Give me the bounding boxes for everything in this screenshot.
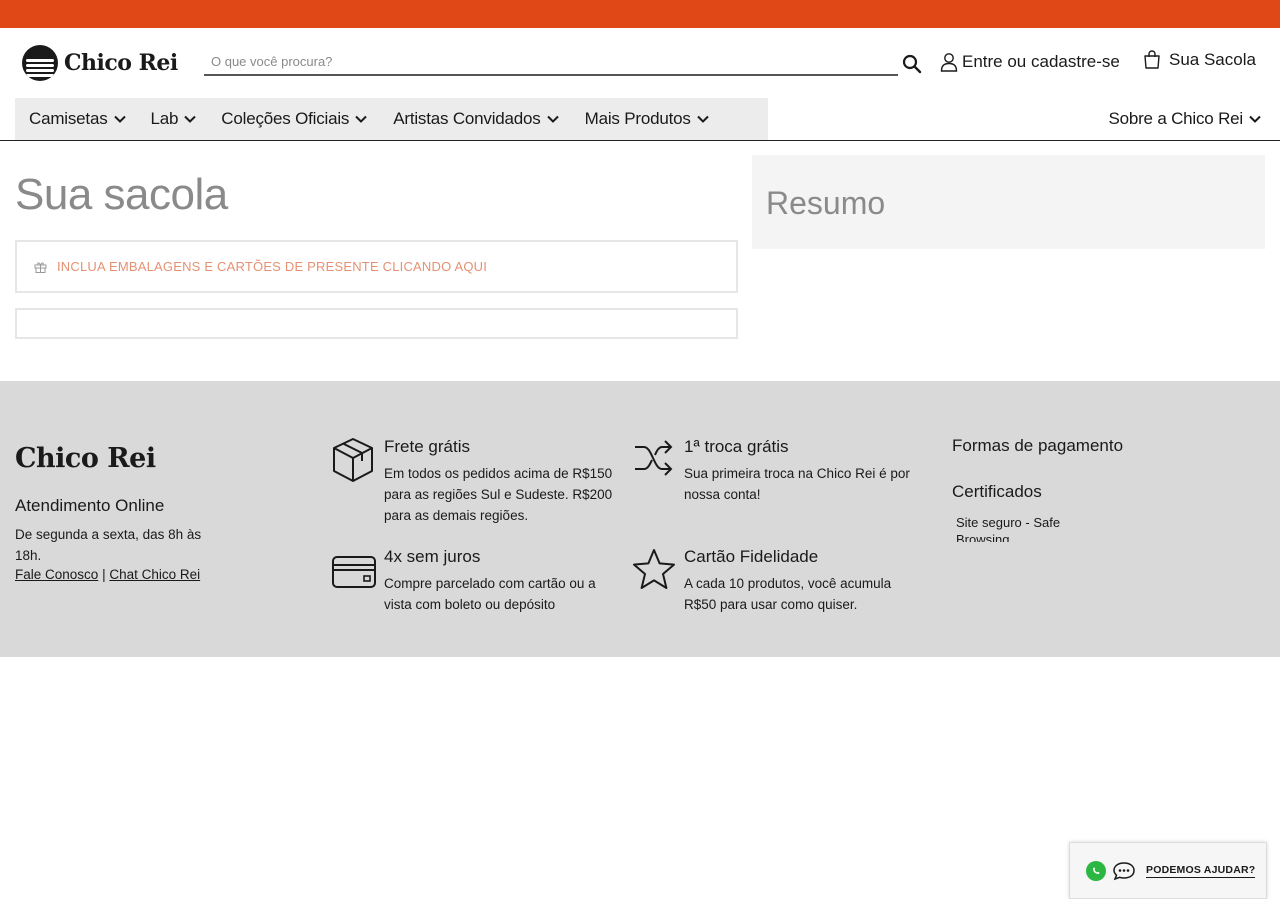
promo-top-bar: [0, 0, 1280, 28]
feature-text: A cada 10 produtos, você acumula R$50 pa…: [684, 576, 892, 612]
chevron-down-icon: [546, 115, 559, 123]
feature-title: Cartão Fidelidade: [684, 547, 819, 566]
star-icon: [633, 549, 675, 589]
user-icon: [940, 53, 958, 72]
shopping-bag-icon: [1144, 50, 1160, 69]
nav-item-colecoes-oficiais[interactable]: Coleções Oficiais: [221, 98, 367, 140]
bag-link[interactable]: Sua Sacola: [1143, 50, 1256, 70]
nav-item-label: Lab: [150, 109, 179, 128]
nav-item-mais-produtos[interactable]: Mais Produtos: [585, 98, 709, 140]
bag-label: Sua Sacola: [1169, 50, 1256, 69]
certificates-title: Certificados: [952, 482, 1042, 501]
main-nav: Camisetas Lab Coleções Oficiais Artistas…: [0, 98, 1280, 141]
feature-title: Frete grátis: [384, 437, 470, 456]
chevron-down-icon: [696, 115, 709, 123]
chevron-down-icon: [113, 115, 126, 123]
search-icon: [902, 54, 922, 74]
nav-item-label: Mais Produtos: [584, 109, 691, 128]
nav-item-artistas-convidados[interactable]: Artistas Convidados: [393, 98, 559, 140]
gift-wrap-button[interactable]: INCLUA EMBALAGENS E CARTÕES DE PRESENTE …: [15, 240, 738, 293]
nav-item-camisetas[interactable]: Camisetas: [29, 98, 126, 140]
chat-bubble-icon: [1113, 861, 1135, 880]
help-chat-widget[interactable]: PODEMOS AJUDAR?: [1069, 842, 1267, 899]
feature-text: Em todos os pedidos acima de R$150 para …: [384, 466, 613, 523]
search-input[interactable]: [204, 48, 898, 74]
gift-wrap-label: INCLUA EMBALAGENS E CARTÕES DE PRESENTE …: [57, 259, 488, 274]
support-links: Fale Conosco | Chat Chico Rei: [15, 567, 200, 582]
safe-browsing-badge[interactable]: Site seguro - Safe Browsing: [956, 514, 1086, 542]
summary-title: Resumo: [766, 184, 886, 221]
order-summary-panel: Resumo: [752, 155, 1265, 249]
account-link[interactable]: Entre ou cadastre-se: [940, 52, 1120, 72]
chevron-down-icon: [1249, 115, 1261, 123]
support-hours: De segunda a sexta, das 8h às 18h.: [15, 527, 202, 563]
account-label: Entre ou cadastre-se: [962, 52, 1120, 71]
nav-item-label: Coleções Oficiais: [221, 109, 350, 128]
feature-loyalty-card: Cartão Fidelidade A cada 10 produtos, vo…: [632, 547, 932, 617]
shuffle-icon: [635, 440, 673, 476]
cart-items-container: [15, 308, 738, 339]
feature-installments: 4x sem juros Compre parcelado com cartão…: [332, 547, 632, 617]
nav-item-lab[interactable]: Lab: [151, 98, 197, 140]
logo-wave-icon: [22, 45, 58, 81]
search-bar: [204, 48, 898, 76]
nav-categories: Camisetas Lab Coleções Oficiais Artistas…: [15, 98, 768, 140]
box-icon: [333, 438, 373, 482]
nav-item-sobre[interactable]: Sobre a Chico Rei: [1108, 98, 1261, 140]
site-header: Chico Rei Entre ou cadastre-se Sua Sacol…: [0, 28, 1280, 98]
footer-logo[interactable]: Chico Rei: [15, 443, 156, 474]
page-title: Sua sacola: [15, 170, 228, 219]
nav-item-label: Sobre a Chico Rei: [1108, 109, 1243, 128]
feature-text: Compre parcelado com cartão ou a vista c…: [384, 576, 596, 612]
site-footer: Chico Rei Atendimento Online De segunda …: [0, 381, 1280, 657]
link-separator: |: [102, 567, 106, 582]
contact-link[interactable]: Fale Conosco: [15, 567, 98, 582]
feature-text: Sua primeira troca na Chico Rei é por no…: [684, 466, 910, 502]
help-label: PODEMOS AJUDAR?: [1146, 863, 1256, 878]
nav-item-label: Artistas Convidados: [393, 109, 541, 128]
credit-card-icon: [332, 556, 376, 588]
payment-methods-title: Formas de pagamento: [952, 436, 1124, 455]
feature-first-exchange: 1ª troca grátis Sua primeira troca na Ch…: [632, 437, 932, 527]
chevron-down-icon: [355, 115, 367, 123]
logo-text: Chico Rei: [64, 50, 178, 76]
feature-title: 1ª troca grátis: [684, 437, 789, 456]
feature-free-shipping: Frete grátis Em todos os pedidos acima d…: [332, 437, 632, 527]
site-logo[interactable]: Chico Rei: [22, 45, 178, 81]
nav-item-label: Camisetas: [29, 109, 108, 128]
search-button[interactable]: [900, 52, 924, 76]
chat-link[interactable]: Chat Chico Rei: [109, 567, 200, 582]
feature-title: 4x sem juros: [384, 547, 481, 566]
whatsapp-icon: [1086, 860, 1106, 881]
gift-icon: [34, 261, 47, 273]
support-title: Atendimento Online: [15, 496, 165, 515]
chevron-down-icon: [184, 115, 196, 123]
